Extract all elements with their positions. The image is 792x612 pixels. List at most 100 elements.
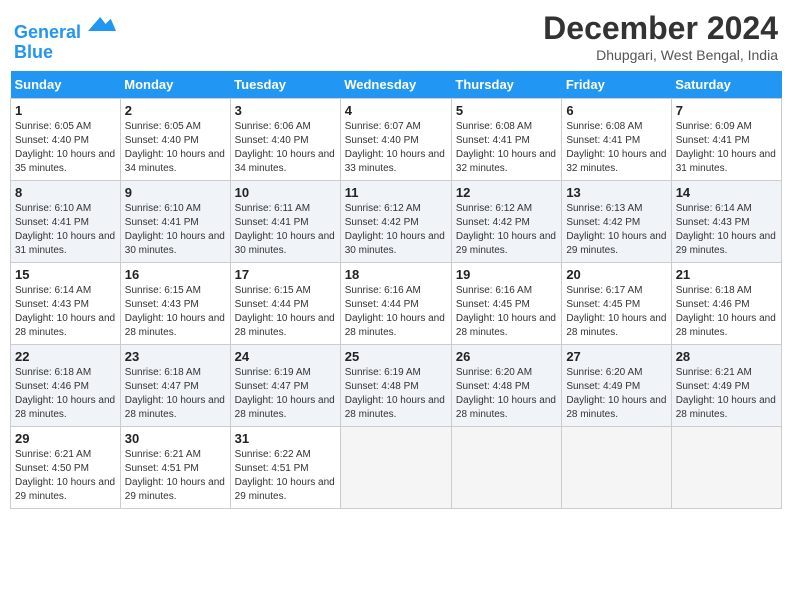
calendar-cell: 24Sunrise: 6:19 AMSunset: 4:47 PMDayligh… [230,345,340,427]
calendar-cell: 18Sunrise: 6:16 AMSunset: 4:44 PMDayligh… [340,263,451,345]
day-number: 20 [566,267,666,282]
day-number: 5 [456,103,557,118]
day-number: 2 [125,103,226,118]
day-info: Sunrise: 6:20 AMSunset: 4:48 PMDaylight:… [456,366,557,422]
logo-general: General [14,22,81,42]
day-number: 3 [235,103,336,118]
day-info: Sunrise: 6:06 AMSunset: 4:40 PMDaylight:… [235,120,336,176]
calendar-cell: 16Sunrise: 6:15 AMSunset: 4:43 PMDayligh… [120,263,230,345]
day-info: Sunrise: 6:08 AMSunset: 4:41 PMDaylight:… [566,120,666,176]
calendar-week-1: 1 Sunrise: 6:05 AMSunset: 4:40 PMDaylight… [11,99,782,181]
calendar-cell: 5 Sunrise: 6:08 AMSunset: 4:41 PMDaylight… [451,99,561,181]
day-info: Sunrise: 6:18 AMSunset: 4:46 PMDaylight:… [15,366,116,422]
day-info: Sunrise: 6:10 AMSunset: 4:41 PMDaylight:… [125,202,226,258]
day-info: Sunrise: 6:12 AMSunset: 4:42 PMDaylight:… [345,202,447,258]
calendar-week-2: 8Sunrise: 6:10 AMSunset: 4:41 PMDaylight… [11,181,782,263]
day-number: 16 [125,267,226,282]
calendar-cell: 26 Sunrise: 6:20 AMSunset: 4:48 PMDayligh… [451,345,561,427]
day-number: 13 [566,185,666,200]
day-number: 29 [15,431,116,446]
calendar-cell: 28 Sunrise: 6:21 AMSunset: 4:49 PMDayligh… [671,345,781,427]
day-info: Sunrise: 6:18 AMSunset: 4:47 PMDaylight:… [125,366,226,422]
day-number: 25 [345,349,447,364]
day-info: Sunrise: 6:11 AMSunset: 4:41 PMDaylight:… [235,202,336,258]
day-number: 19 [456,267,557,282]
calendar-cell [451,427,561,509]
logo-icon [88,10,116,38]
calendar-cell: 7 Sunrise: 6:09 AMSunset: 4:41 PMDaylight… [671,99,781,181]
calendar-week-4: 22 Sunrise: 6:18 AMSunset: 4:46 PMDayligh… [11,345,782,427]
day-number: 22 [15,349,116,364]
day-number: 18 [345,267,447,282]
calendar-cell: 31 Sunrise: 6:22 AMSunset: 4:51 PMDayligh… [230,427,340,509]
day-info: Sunrise: 6:10 AMSunset: 4:41 PMDaylight:… [15,202,116,258]
logo: General Blue [14,10,116,63]
calendar-cell: 6 Sunrise: 6:08 AMSunset: 4:41 PMDaylight… [562,99,671,181]
month-title: December 2024 [543,10,778,47]
calendar-week-5: 29 Sunrise: 6:21 AMSunset: 4:50 PMDayligh… [11,427,782,509]
calendar-cell: 22 Sunrise: 6:18 AMSunset: 4:46 PMDayligh… [11,345,121,427]
day-info: Sunrise: 6:14 AMSunset: 4:43 PMDaylight:… [676,202,777,258]
day-info: Sunrise: 6:21 AMSunset: 4:49 PMDaylight:… [676,366,777,422]
day-number: 30 [125,431,226,446]
day-info: Sunrise: 6:09 AMSunset: 4:41 PMDaylight:… [676,120,777,176]
calendar-cell: 23Sunrise: 6:18 AMSunset: 4:47 PMDayligh… [120,345,230,427]
day-number: 24 [235,349,336,364]
logo-blue: Blue [14,42,53,62]
day-number: 10 [235,185,336,200]
day-number: 6 [566,103,666,118]
day-number: 12 [456,185,557,200]
day-number: 26 [456,349,557,364]
day-info: Sunrise: 6:20 AMSunset: 4:49 PMDaylight:… [566,366,666,422]
calendar-cell: 10 Sunrise: 6:11 AMSunset: 4:41 PMDayligh… [230,181,340,263]
day-info: Sunrise: 6:05 AMSunset: 4:40 PMDaylight:… [15,120,116,176]
col-header-tuesday: Tuesday [230,71,340,99]
calendar-cell: 1 Sunrise: 6:05 AMSunset: 4:40 PMDaylight… [11,99,121,181]
day-number: 15 [15,267,116,282]
day-number: 17 [235,267,336,282]
calendar-cell: 8Sunrise: 6:10 AMSunset: 4:41 PMDaylight… [11,181,121,263]
day-number: 11 [345,185,447,200]
day-number: 31 [235,431,336,446]
col-header-friday: Friday [562,71,671,99]
col-header-sunday: Sunday [11,71,121,99]
calendar-cell: 4Sunrise: 6:07 AMSunset: 4:40 PMDaylight… [340,99,451,181]
day-number: 14 [676,185,777,200]
day-number: 1 [15,103,116,118]
day-info: Sunrise: 6:18 AMSunset: 4:46 PMDaylight:… [676,284,777,340]
day-info: Sunrise: 6:14 AMSunset: 4:43 PMDaylight:… [15,284,116,340]
calendar-cell: 17 Sunrise: 6:15 AMSunset: 4:44 PMDayligh… [230,263,340,345]
day-number: 9 [125,185,226,200]
calendar-cell: 15 Sunrise: 6:14 AMSunset: 4:43 PMDayligh… [11,263,121,345]
col-header-thursday: Thursday [451,71,561,99]
calendar-cell: 14 Sunrise: 6:14 AMSunset: 4:43 PMDayligh… [671,181,781,263]
calendar-cell [340,427,451,509]
day-number: 7 [676,103,777,118]
title-block: December 2024 Dhupgari, West Bengal, Ind… [543,10,778,63]
day-info: Sunrise: 6:05 AMSunset: 4:40 PMDaylight:… [125,120,226,176]
col-header-wednesday: Wednesday [340,71,451,99]
day-info: Sunrise: 6:16 AMSunset: 4:45 PMDaylight:… [456,284,557,340]
day-info: Sunrise: 6:15 AMSunset: 4:44 PMDaylight:… [235,284,336,340]
day-info: Sunrise: 6:21 AMSunset: 4:50 PMDaylight:… [15,448,116,504]
calendar-week-3: 15 Sunrise: 6:14 AMSunset: 4:43 PMDayligh… [11,263,782,345]
calendar-cell: 12 Sunrise: 6:12 AMSunset: 4:42 PMDayligh… [451,181,561,263]
day-info: Sunrise: 6:08 AMSunset: 4:41 PMDaylight:… [456,120,557,176]
col-header-monday: Monday [120,71,230,99]
calendar-cell: 27Sunrise: 6:20 AMSunset: 4:49 PMDayligh… [562,345,671,427]
location: Dhupgari, West Bengal, India [543,47,778,63]
day-info: Sunrise: 6:12 AMSunset: 4:42 PMDaylight:… [456,202,557,258]
calendar-cell: 21Sunrise: 6:18 AMSunset: 4:46 PMDayligh… [671,263,781,345]
day-info: Sunrise: 6:22 AMSunset: 4:51 PMDaylight:… [235,448,336,504]
col-header-saturday: Saturday [671,71,781,99]
calendar-cell [671,427,781,509]
day-info: Sunrise: 6:19 AMSunset: 4:48 PMDaylight:… [345,366,447,422]
day-number: 28 [676,349,777,364]
calendar-cell: 9 Sunrise: 6:10 AMSunset: 4:41 PMDaylight… [120,181,230,263]
day-info: Sunrise: 6:17 AMSunset: 4:45 PMDaylight:… [566,284,666,340]
day-info: Sunrise: 6:13 AMSunset: 4:42 PMDaylight:… [566,202,666,258]
calendar-cell: 20 Sunrise: 6:17 AMSunset: 4:45 PMDayligh… [562,263,671,345]
calendar-cell [562,427,671,509]
calendar-cell: 19 Sunrise: 6:16 AMSunset: 4:45 PMDayligh… [451,263,561,345]
calendar-cell: 3 Sunrise: 6:06 AMSunset: 4:40 PMDaylight… [230,99,340,181]
